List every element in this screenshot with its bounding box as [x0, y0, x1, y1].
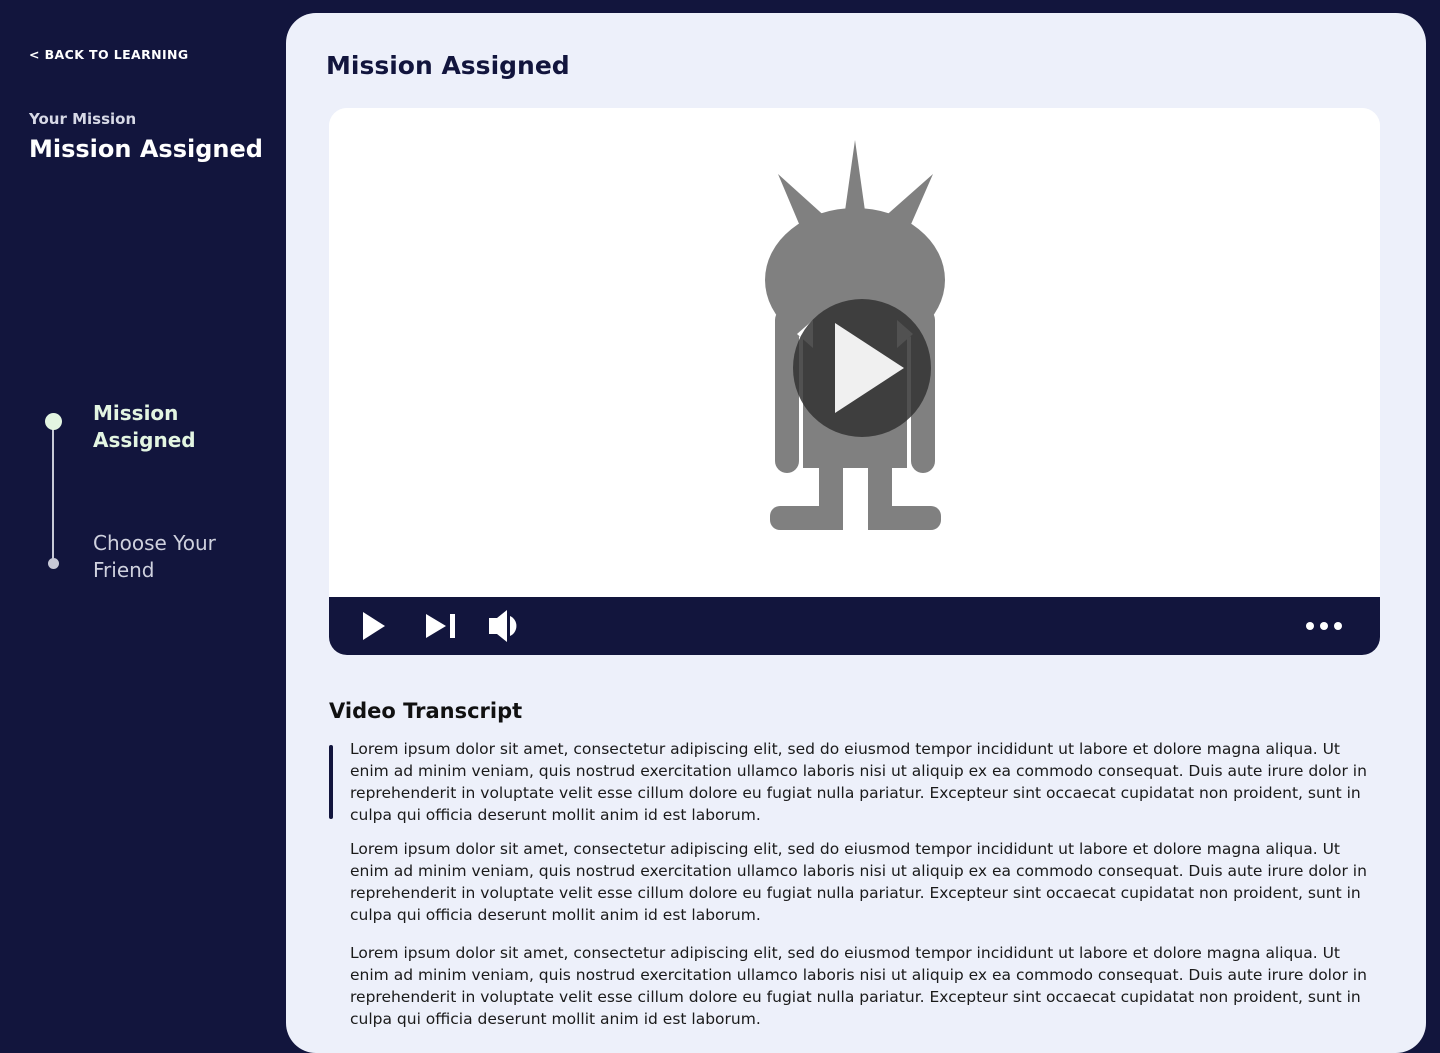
volume-button[interactable]: [487, 597, 523, 655]
more-options-button[interactable]: [1304, 597, 1344, 655]
sidebar: < BACK TO LEARNING Your Mission Mission …: [0, 0, 286, 1024]
skip-next-button[interactable]: [424, 597, 460, 655]
transcript-active-indicator: [329, 745, 333, 819]
page-title: Mission Assigned: [326, 51, 570, 80]
mission-title: Mission Assigned: [29, 135, 263, 163]
video-player: [329, 108, 1380, 655]
transcript-paragraph: Lorem ipsum dolor sit amet, consectetur …: [350, 740, 1367, 824]
mission-kicker: Your Mission: [29, 110, 137, 128]
big-play-button[interactable]: [793, 299, 931, 437]
more-icon: [1306, 622, 1342, 630]
video-frame[interactable]: [329, 108, 1380, 597]
step-dot-icon: [48, 558, 59, 569]
play-button[interactable]: [359, 597, 389, 655]
transcript-title: Video Transcript: [329, 699, 523, 723]
main-panel: Mission Assigned Video Transcript Lorem …: [286, 13, 1426, 1053]
skip-next-icon: [426, 614, 455, 638]
play-icon: [363, 612, 385, 640]
mission-steps: Mission Assigned Choose Your Friend: [0, 400, 286, 600]
step-active-dot-icon: [45, 413, 62, 430]
volume-icon: [489, 610, 517, 642]
back-to-learning-link[interactable]: < BACK TO LEARNING: [29, 47, 189, 62]
transcript-paragraph: Lorem ipsum dolor sit amet, consectetur …: [350, 944, 1367, 1028]
step-connector-line: [52, 422, 54, 562]
play-overlay-icon: [835, 323, 904, 413]
step-mission-assigned[interactable]: Mission Assigned: [93, 400, 243, 454]
transcript-paragraph: Lorem ipsum dolor sit amet, consectetur …: [350, 840, 1367, 924]
video-controls-bar: [329, 597, 1380, 655]
step-choose-your-friend[interactable]: Choose Your Friend: [93, 530, 243, 584]
